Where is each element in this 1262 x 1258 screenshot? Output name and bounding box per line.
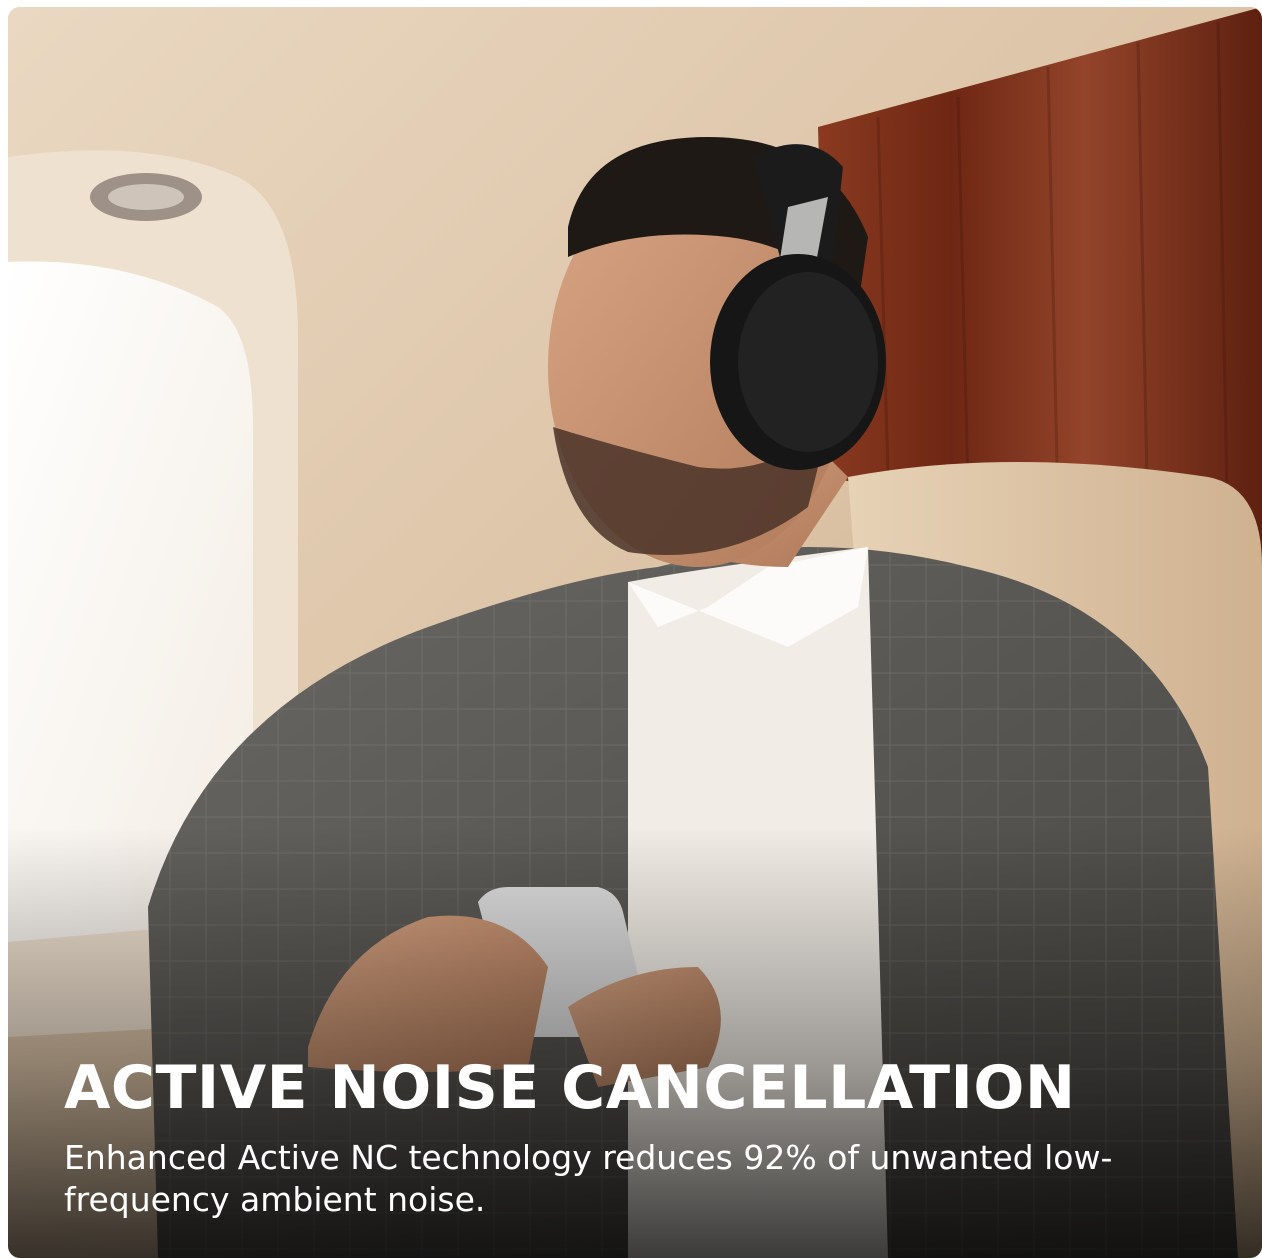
feature-description: Enhanced Active NC technology reduces 92… xyxy=(64,1138,1113,1219)
headline: ACTIVE NOISE CANCELLATION xyxy=(64,1053,1076,1123)
product-feature-banner: ACTIVE NOISE CANCELLATION Enhanced Activ… xyxy=(8,7,1262,1258)
